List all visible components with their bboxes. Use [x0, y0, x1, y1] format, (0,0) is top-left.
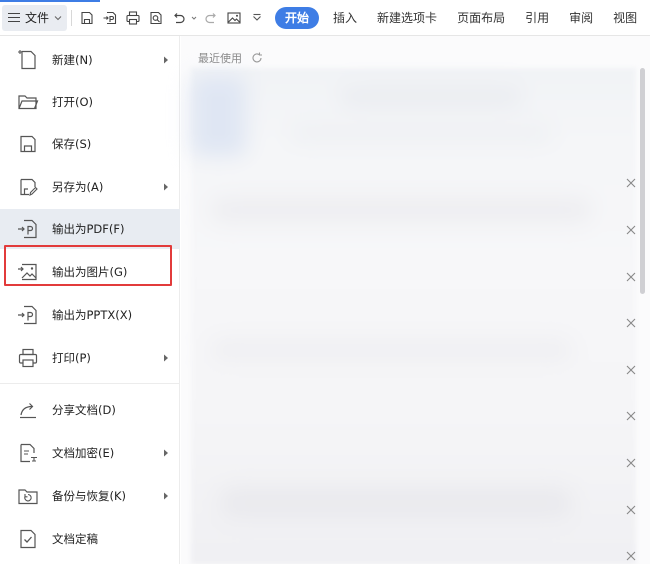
menu-item-label: 输出为PPTX(X)	[52, 308, 133, 322]
menu-item-open[interactable]: 打开(O)	[0, 82, 180, 122]
close-icon[interactable]	[625, 177, 637, 189]
export-pdf-button[interactable]	[99, 7, 121, 29]
encrypt-icon	[16, 441, 40, 465]
menu-item-label: 另存为(A)	[52, 180, 104, 194]
menu-item-print[interactable]: 打印(P)	[0, 338, 180, 378]
print-preview-button[interactable]	[145, 7, 167, 29]
redo-button[interactable]	[200, 7, 222, 29]
menu-item-export-pptx[interactable]: 输出为PPTX(X)	[0, 295, 180, 335]
recent-files-panel: 最近使用	[181, 36, 650, 564]
blurred-row	[211, 338, 571, 362]
ribbon-tabs: 开始 插入 新建选项卡 页面布局 引用 审阅 视图	[275, 6, 647, 29]
save-as-icon	[16, 175, 40, 199]
blurred-text	[291, 128, 551, 140]
folder-open-icon	[16, 90, 40, 114]
menu-item-label: 分享文档(D)	[52, 403, 116, 417]
more-button[interactable]	[246, 7, 268, 29]
menu-item-label: 输出为PDF(F)	[52, 222, 125, 236]
close-icon[interactable]	[625, 410, 637, 422]
tab-review[interactable]: 审阅	[559, 7, 603, 29]
close-icon[interactable]	[625, 271, 637, 283]
recent-header-label: 最近使用	[198, 52, 242, 65]
menu-item-label: 新建(N)	[52, 53, 93, 67]
file-menu-button[interactable]: 文件	[2, 4, 68, 31]
print-icon	[16, 346, 40, 370]
file-menu-label: 文件	[25, 11, 50, 25]
save-button[interactable]	[76, 7, 98, 29]
blurred-thumbnail	[191, 76, 246, 156]
menu-item-label: 打印(P)	[52, 351, 91, 365]
menu-item-label: 打开(O)	[52, 95, 94, 109]
menu-item-label: 保存(S)	[52, 137, 92, 151]
chevron-down-icon	[54, 15, 62, 20]
toolbar-separator	[71, 9, 73, 26]
menu-divider	[0, 383, 180, 384]
close-icon[interactable]	[625, 457, 637, 469]
save-icon	[81, 11, 93, 24]
tab-page-layout[interactable]: 页面布局	[447, 7, 515, 29]
menu-item-label: 文档加密(E)	[52, 446, 115, 460]
tab-references[interactable]: 引用	[515, 7, 559, 29]
insert-picture-button[interactable]	[223, 7, 245, 29]
more-icon	[253, 13, 261, 21]
export-pptx-icon	[16, 303, 40, 327]
menu-item-label: 输出为图片(G)	[52, 265, 128, 279]
accent-strip	[0, 0, 100, 2]
recent-header: 最近使用	[198, 50, 264, 66]
menu-item-save[interactable]: 保存(S)	[0, 124, 180, 164]
undo-icon	[174, 12, 185, 23]
chevron-right-icon	[164, 56, 168, 64]
file-menu-panel: 新建(N) 打开(O) 保存(S) 另存为(A) 输出为PDF(F) 输出为图片…	[0, 36, 180, 564]
export-pdf-icon	[16, 217, 40, 241]
print-button[interactable]	[122, 7, 144, 29]
backup-icon	[16, 484, 40, 508]
chevron-right-icon	[164, 492, 168, 500]
tab-view[interactable]: 视图	[603, 7, 647, 29]
blurred-row	[211, 198, 591, 222]
new-document-icon	[16, 48, 40, 72]
finalize-icon	[16, 527, 40, 551]
chevron-right-icon	[164, 183, 168, 191]
menu-item-label: 文档定稿	[52, 532, 98, 546]
save-icon	[16, 132, 40, 156]
menu-item-new[interactable]: 新建(N)	[0, 40, 180, 80]
print-preview-icon	[150, 11, 162, 24]
close-icon[interactable]	[625, 224, 637, 236]
picture-icon	[227, 11, 241, 24]
close-icon[interactable]	[625, 317, 637, 329]
recent-scrollbar[interactable]	[640, 68, 645, 294]
recent-files-list-blurred	[191, 68, 636, 564]
menu-item-share[interactable]: 分享文档(D)	[0, 390, 180, 430]
close-icon[interactable]	[625, 364, 637, 376]
tab-home[interactable]: 开始	[275, 6, 320, 29]
menu-item-backup[interactable]: 备份与恢复(K)	[0, 476, 180, 516]
tab-new-tab[interactable]: 新建选项卡	[367, 7, 447, 29]
tab-insert[interactable]: 插入	[323, 7, 367, 29]
export-image-icon	[16, 260, 40, 284]
menu-item-export-pdf[interactable]: 输出为PDF(F)	[0, 209, 180, 249]
chevron-right-icon	[164, 449, 168, 457]
menu-item-label: 备份与恢复(K)	[52, 489, 127, 503]
close-icon[interactable]	[625, 550, 637, 562]
blurred-text	[341, 90, 521, 104]
hamburger-icon	[8, 13, 20, 22]
export-pdf-icon	[103, 11, 117, 24]
top-toolbar: 文件 开始 插入 新建选项卡 页面布局 引用 审阅 视图	[0, 0, 650, 36]
refresh-icon[interactable]	[250, 51, 264, 65]
undo-dropdown-icon[interactable]	[191, 15, 197, 21]
close-icon[interactable]	[625, 504, 637, 516]
redo-icon	[205, 12, 216, 23]
chevron-right-icon	[164, 354, 168, 362]
menu-item-encrypt[interactable]: 文档加密(E)	[0, 433, 180, 473]
menu-item-finalize[interactable]: 文档定稿	[0, 519, 180, 559]
share-icon	[16, 398, 40, 422]
menu-item-export-image[interactable]: 输出为图片(G)	[0, 252, 180, 292]
undo-button[interactable]	[168, 7, 190, 29]
print-icon	[126, 10, 140, 25]
blurred-row	[221, 488, 571, 518]
menu-item-save-as[interactable]: 另存为(A)	[0, 167, 180, 207]
